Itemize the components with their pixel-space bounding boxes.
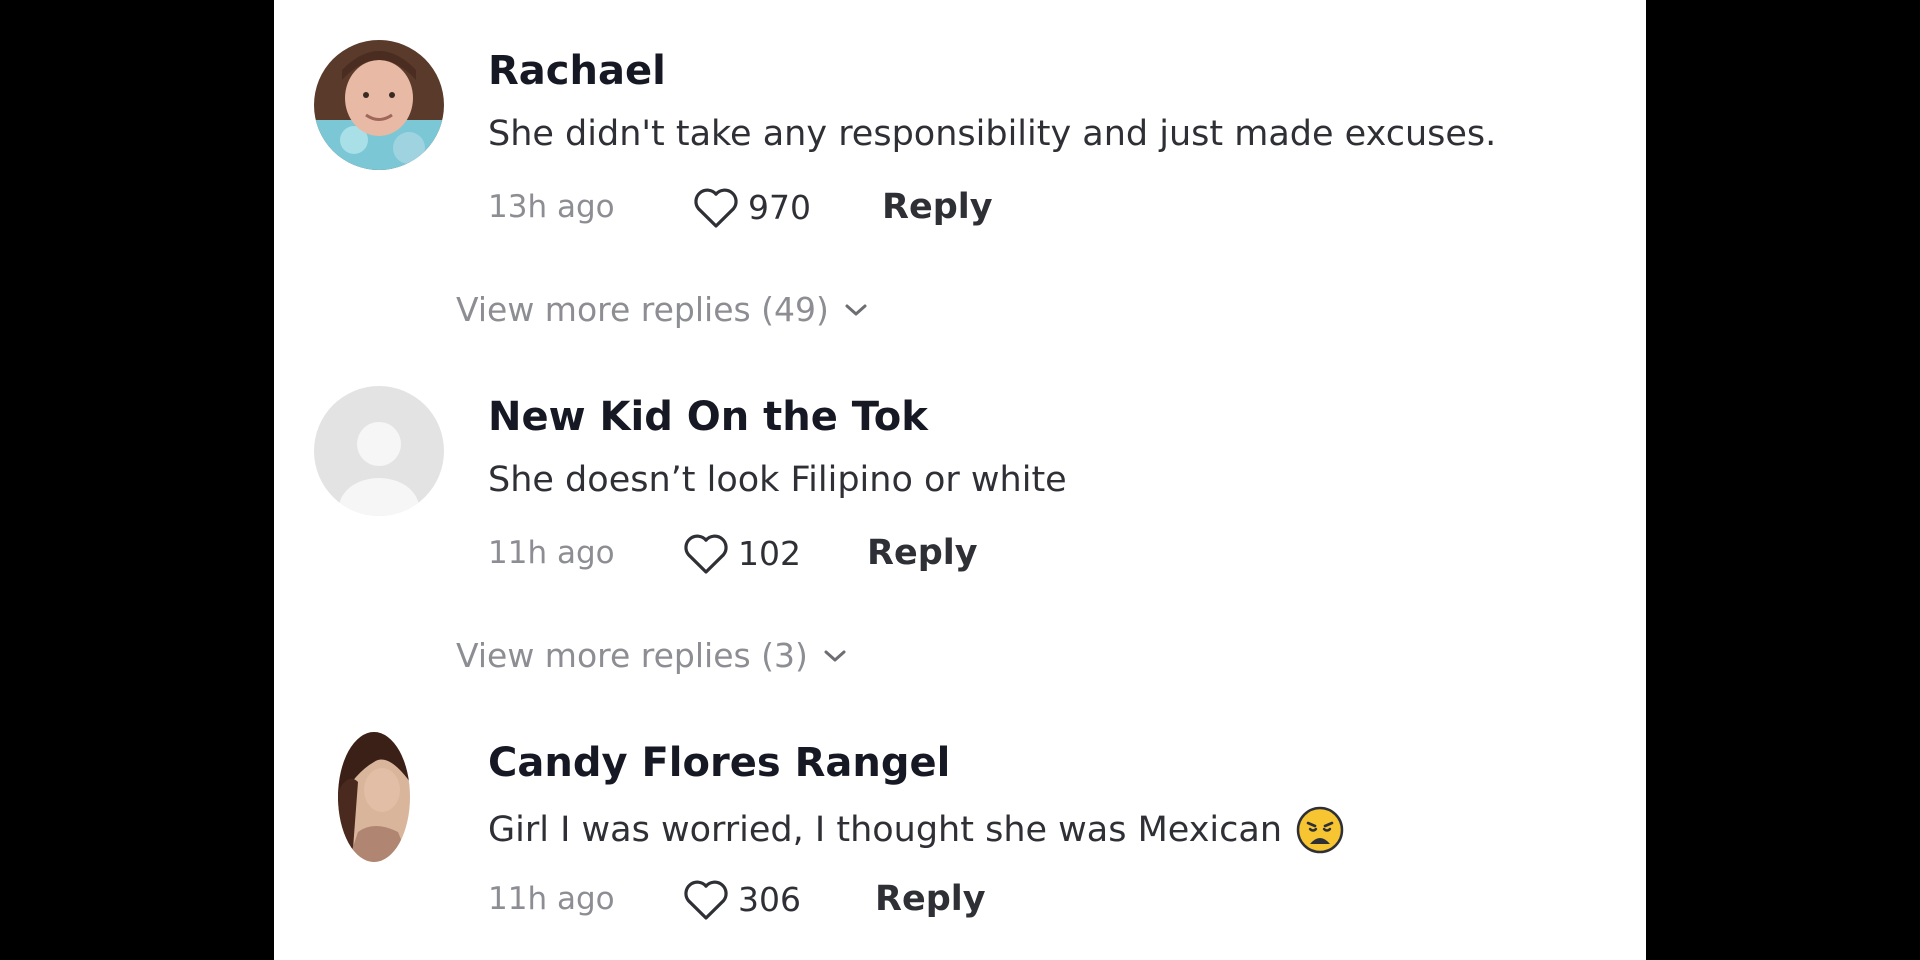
like-button[interactable]: 970: [692, 185, 882, 229]
comment-username[interactable]: Rachael: [488, 48, 666, 94]
like-count: 102: [738, 533, 801, 573]
avatar[interactable]: [338, 732, 410, 862]
comment-text: Girl I was worried, I thought she was Me…: [488, 806, 1344, 854]
comment-meta: 13h ago 970 Reply: [488, 182, 993, 232]
like-button[interactable]: 102: [682, 531, 867, 575]
like-count: 306: [738, 879, 801, 919]
avatar[interactable]: [314, 40, 444, 170]
comment-time: 11h ago: [488, 881, 615, 917]
comment-username[interactable]: New Kid On the Tok: [488, 394, 928, 440]
comment-text: She doesn’t look Filipino or white: [488, 460, 1067, 500]
default-avatar-icon: [314, 386, 444, 516]
heart-outline-icon: [684, 534, 728, 574]
view-more-label: View more replies (3): [456, 636, 808, 675]
heart-outline-icon: [684, 880, 728, 920]
view-more-label: View more replies (49): [456, 290, 829, 329]
comment-text-content: She didn't take any responsibility and j…: [488, 114, 1497, 154]
user-photo: [314, 40, 444, 170]
avatar[interactable]: [314, 386, 444, 516]
reply-button[interactable]: Reply: [882, 187, 993, 227]
view-more-replies[interactable]: View more replies (3): [456, 636, 848, 675]
comments-panel: Rachael She didn't take any responsibili…: [274, 0, 1646, 960]
comment-meta: 11h ago 102 Reply: [488, 528, 978, 578]
like-button[interactable]: 306: [682, 877, 875, 921]
heart-outline-icon: [694, 188, 738, 228]
reply-button[interactable]: Reply: [867, 533, 978, 573]
comment-meta: 11h ago 306 Reply: [488, 874, 986, 924]
chevron-down-icon: [824, 650, 846, 661]
chevron-down-icon: [845, 304, 867, 315]
reply-button[interactable]: Reply: [875, 879, 986, 919]
weary-face-emoji-icon: [1296, 806, 1344, 854]
comment-text-content: She doesn’t look Filipino or white: [488, 460, 1067, 500]
comment-time: 13h ago: [488, 189, 615, 225]
comment-time: 11h ago: [488, 535, 615, 571]
view-more-replies[interactable]: View more replies (49): [456, 290, 869, 329]
comment-text-content: Girl I was worried, I thought she was Me…: [488, 810, 1283, 850]
user-photo: [338, 732, 410, 862]
comment-text: She didn't take any responsibility and j…: [488, 114, 1496, 154]
like-count: 970: [748, 187, 811, 227]
comment-username[interactable]: Candy Flores Rangel: [488, 740, 950, 786]
